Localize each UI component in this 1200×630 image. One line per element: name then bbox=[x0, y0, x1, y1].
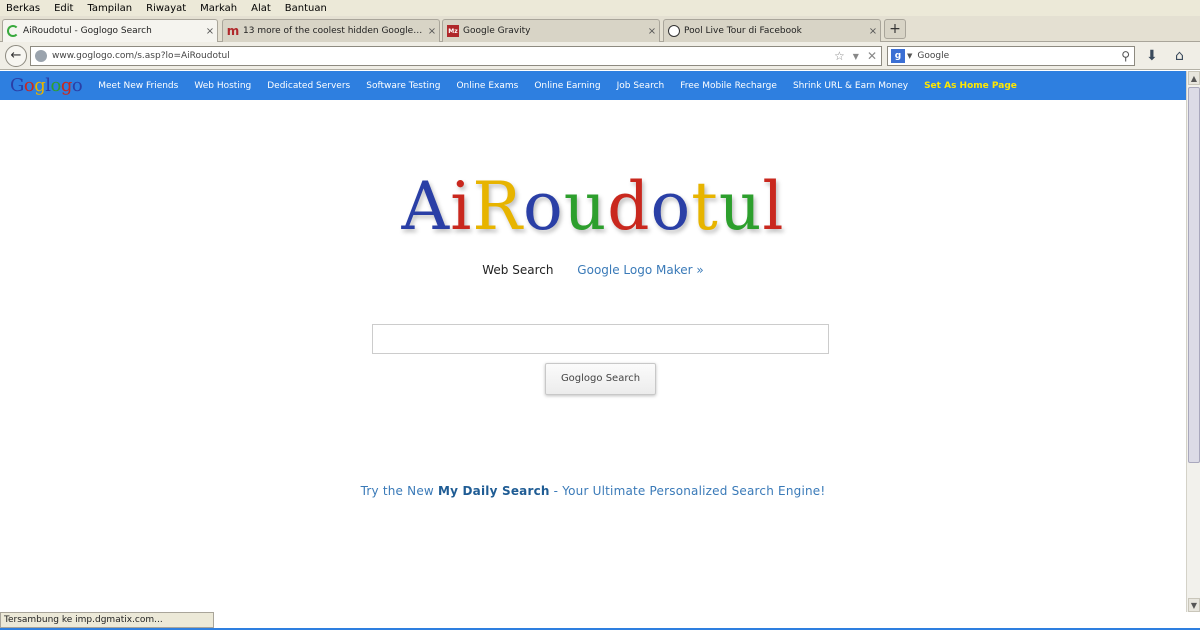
logo-letter: u bbox=[718, 168, 763, 245]
stop-icon[interactable]: ✕ bbox=[867, 49, 877, 63]
promo-prefix: Try the New bbox=[360, 484, 434, 498]
set-as-home-page-link[interactable]: Set As Home Page bbox=[924, 81, 1017, 91]
tab-label: Google Gravity bbox=[463, 26, 531, 36]
home-icon[interactable]: ⌂ bbox=[1175, 48, 1184, 64]
chevron-down-icon[interactable]: ▼ bbox=[907, 52, 912, 60]
google-engine-icon[interactable]: g bbox=[891, 49, 905, 63]
nav-link-meet-new-friends[interactable]: Meet New Friends bbox=[98, 81, 178, 91]
search-bar[interactable]: g ▼ Google ⚲ bbox=[887, 46, 1135, 66]
logo-letter: u bbox=[563, 168, 608, 245]
page-content: AiRoudotul Web Search Google Logo Maker … bbox=[0, 100, 1186, 612]
menu-item-bantuan[interactable]: Bantuan bbox=[285, 3, 327, 14]
logo-letter: d bbox=[607, 168, 651, 245]
nav-link-shrink-url[interactable]: Shrink URL & Earn Money bbox=[793, 81, 908, 91]
menu-item-alat[interactable]: Alat bbox=[251, 3, 271, 14]
nav-link-web-hosting[interactable]: Web Hosting bbox=[194, 81, 251, 91]
menu-bar: Berkas Edit Tampilan Riwayat Markah Alat… bbox=[0, 0, 1200, 16]
search-placeholder: Google bbox=[917, 51, 950, 61]
url-text: www.goglogo.com/s.asp?lo=AiRoudotul bbox=[52, 51, 230, 61]
site-logo-letter: G bbox=[10, 75, 24, 96]
close-tab-icon[interactable]: × bbox=[866, 26, 880, 37]
m-site-icon: m bbox=[226, 24, 240, 38]
goglogo-search-button[interactable]: Goglogo Search bbox=[545, 363, 656, 395]
site-nav: Goglogo Meet New Friends Web Hosting Ded… bbox=[0, 71, 1186, 100]
vertical-scrollbar[interactable]: ▲ ▼ bbox=[1186, 71, 1200, 612]
facebook-site-icon bbox=[668, 25, 680, 37]
site-logo-letter: g bbox=[60, 75, 73, 96]
logo-letter: o bbox=[523, 168, 564, 245]
logo-letter: i bbox=[450, 168, 473, 245]
promo-text: Try the New My Daily Search - Your Ultim… bbox=[0, 484, 1186, 498]
menu-item-tampilan[interactable]: Tampilan bbox=[87, 3, 132, 14]
nav-link-dedicated-servers[interactable]: Dedicated Servers bbox=[267, 81, 350, 91]
logo-letter: R bbox=[472, 168, 524, 245]
tab-label: Pool Live Tour di Facebook bbox=[684, 26, 802, 36]
logo-letter: o bbox=[650, 168, 692, 245]
tab-label: 13 more of the coolest hidden Google tri… bbox=[243, 26, 425, 36]
menu-item-edit[interactable]: Edit bbox=[54, 3, 73, 14]
google-logo-maker-link[interactable]: Google Logo Maker » bbox=[577, 263, 703, 277]
nav-link-online-earning[interactable]: Online Earning bbox=[534, 81, 600, 91]
site-logo-letter: o bbox=[50, 75, 62, 96]
scroll-thumb[interactable] bbox=[1188, 87, 1200, 463]
history-dropdown-icon[interactable]: ▼ bbox=[853, 52, 859, 61]
close-tab-icon[interactable]: × bbox=[203, 26, 217, 37]
close-tab-icon[interactable]: × bbox=[425, 26, 439, 37]
download-arrow-icon[interactable]: ⬇ bbox=[1146, 48, 1158, 64]
search-input[interactable] bbox=[372, 324, 829, 354]
menu-item-berkas[interactable]: Berkas bbox=[6, 3, 40, 14]
promo-suffix: - Your Ultimate Personalized Search Engi… bbox=[553, 484, 826, 498]
logo-letter: l bbox=[762, 168, 785, 245]
tab-hidden-google-tricks[interactable]: m 13 more of the coolest hidden Google t… bbox=[222, 19, 440, 42]
search-links: Web Search Google Logo Maker » bbox=[0, 263, 1186, 277]
mz-site-icon: Mz bbox=[447, 25, 459, 37]
back-arrow-icon[interactable]: ← bbox=[5, 45, 27, 67]
nav-link-job-search[interactable]: Job Search bbox=[617, 81, 665, 91]
new-tab-button[interactable]: + bbox=[884, 19, 906, 39]
logo-letter: A bbox=[401, 168, 451, 245]
bookmark-star-icon[interactable]: ☆ bbox=[834, 49, 845, 63]
nav-link-free-mobile-recharge[interactable]: Free Mobile Recharge bbox=[680, 81, 777, 91]
status-bar: Tersambung ke imp.dgmatix.com... bbox=[0, 612, 214, 628]
my-daily-search-link[interactable]: My Daily Search bbox=[438, 484, 550, 498]
web-search-link[interactable]: Web Search bbox=[482, 263, 553, 277]
nav-link-software-testing[interactable]: Software Testing bbox=[366, 81, 440, 91]
logo-letter: t bbox=[691, 168, 719, 245]
site-logo-letter: o bbox=[71, 75, 83, 96]
close-tab-icon[interactable]: × bbox=[645, 26, 659, 37]
goglogo-logo[interactable]: Goglogo bbox=[10, 75, 83, 96]
navigation-bar: ← www.goglogo.com/s.asp?lo=AiRoudotul ☆ … bbox=[0, 42, 1200, 70]
tab-airoudotul[interactable]: AiRoudotul - Goglogo Search × bbox=[2, 19, 218, 42]
search-icon[interactable]: ⚲ bbox=[1121, 49, 1130, 63]
tab-strip: AiRoudotul - Goglogo Search × m 13 more … bbox=[0, 16, 1200, 42]
loading-spinner-icon bbox=[7, 25, 19, 37]
tab-pool-live-tour[interactable]: Pool Live Tour di Facebook × bbox=[663, 19, 881, 42]
menu-item-riwayat[interactable]: Riwayat bbox=[146, 3, 186, 14]
scroll-up-icon[interactable]: ▲ bbox=[1188, 71, 1200, 85]
tab-google-gravity[interactable]: Mz Google Gravity × bbox=[442, 19, 660, 42]
site-logo-letter: g bbox=[34, 75, 46, 96]
tab-label: AiRoudotul - Goglogo Search bbox=[23, 26, 152, 36]
globe-icon bbox=[35, 50, 47, 62]
scroll-down-icon[interactable]: ▼ bbox=[1188, 598, 1200, 612]
menu-item-markah[interactable]: Markah bbox=[200, 3, 237, 14]
address-bar[interactable]: www.goglogo.com/s.asp?lo=AiRoudotul ☆ ▼ … bbox=[30, 46, 882, 66]
nav-link-online-exams[interactable]: Online Exams bbox=[456, 81, 518, 91]
airoudotul-logo: AiRoudotul bbox=[0, 168, 1186, 245]
site-logo-letter: o bbox=[23, 75, 35, 96]
